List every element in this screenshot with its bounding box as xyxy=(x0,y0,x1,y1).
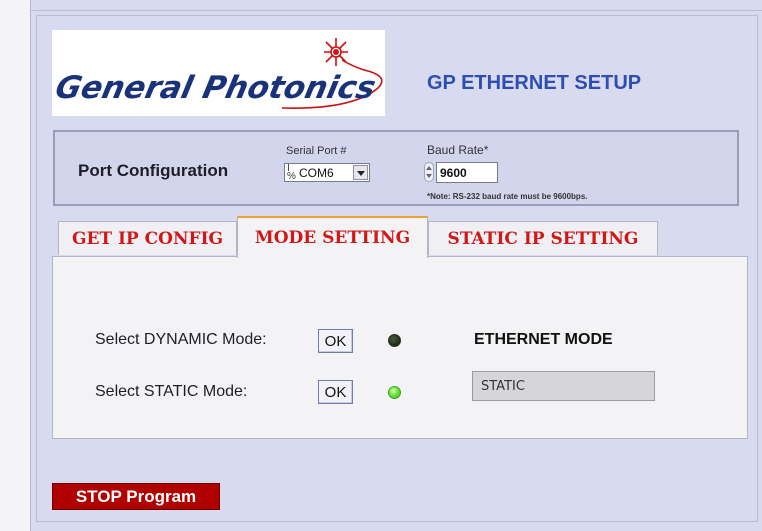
baud-rate-input[interactable]: 9600 xyxy=(436,162,498,183)
static-ok-button[interactable]: OK xyxy=(318,380,353,404)
panel-top-divider xyxy=(30,10,762,11)
tab-static-ip-setting[interactable]: STATIC IP SETTING xyxy=(428,221,658,255)
baud-rate-note: *Note: RS-232 baud rate must be 9600bps. xyxy=(427,192,588,201)
company-logo: General Photonics xyxy=(52,30,385,116)
port-configuration-label: Port Configuration xyxy=(78,161,229,180)
static-mode-label: Select STATIC Mode: xyxy=(95,383,248,400)
serial-port-label: Serial Port # xyxy=(286,145,347,157)
chevron-down-icon[interactable] xyxy=(353,165,368,180)
serial-port-value: COM6 xyxy=(299,166,334,180)
ethernet-mode-indicator: STATIC xyxy=(472,371,655,401)
window-edge xyxy=(0,0,31,531)
dynamic-mode-label: Select DYNAMIC Mode: xyxy=(95,331,267,348)
dynamic-ok-button[interactable]: OK xyxy=(318,329,353,353)
page-title: GP ETHERNET SETUP xyxy=(427,72,642,94)
ethernet-mode-title: ETHERNET MODE xyxy=(474,331,613,348)
serial-port-select[interactable]: I% COM6 xyxy=(284,163,370,182)
io-resource-icon: I% xyxy=(287,163,296,182)
baud-rate-spinner[interactable] xyxy=(424,162,434,182)
logo-wordmark: General Photonics xyxy=(52,70,379,106)
stop-program-button[interactable]: STOP Program xyxy=(52,483,220,510)
baud-rate-label: Baud Rate* xyxy=(427,143,489,157)
tab-mode-setting[interactable]: MODE SETTING xyxy=(237,216,428,258)
dynamic-mode-led xyxy=(388,334,401,347)
static-mode-led xyxy=(388,386,401,399)
tab-get-ip-config[interactable]: GET IP CONFIG xyxy=(58,221,237,255)
